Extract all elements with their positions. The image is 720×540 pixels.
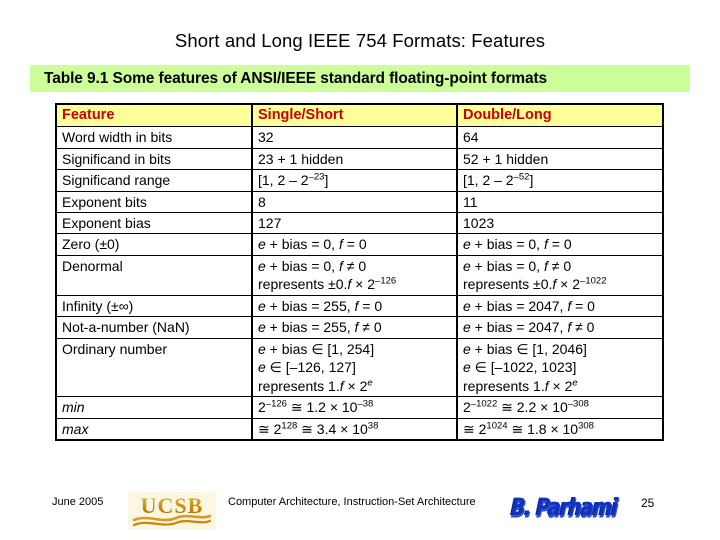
table-row: Significand in bits 23 + 1 hidden 52 + 1… — [55, 147, 664, 171]
parhami-logo-text: B. Parhami — [510, 493, 618, 522]
cell-feature: Exponent bias — [55, 211, 253, 235]
cell-single: 8 — [251, 190, 458, 214]
column-header-feature: Feature — [55, 103, 253, 128]
table-row: Zero (±0) e + bias = 0, f = 0 e + bias =… — [55, 233, 664, 256]
cell-feature: max — [55, 417, 253, 441]
cell-feature: min — [55, 396, 253, 419]
cell-single: 32 — [251, 126, 458, 149]
parhami-logo: B. Parhami — [510, 490, 617, 524]
page-number: 25 — [641, 496, 655, 510]
cell-single: 2–126 ≅ 1.2 × 10–38 — [251, 396, 458, 419]
features-table-container: Feature Single/Short Double/Long Word wi… — [55, 103, 664, 442]
cell-double: 64 — [456, 126, 664, 149]
ucsb-logo: UCSB — [128, 492, 216, 530]
page-title: Short and Long IEEE 754 Formats: Feature… — [174, 30, 546, 51]
table-row: Not-a-number (NaN) e + bias = 255, f ≠ 0… — [55, 316, 664, 339]
table-row: max ≅ 2128 ≅ 3.4 × 1038 ≅ 21024 ≅ 1.8 × … — [55, 417, 664, 441]
cell-single: e + bias ∈ [1, 254] e ∈ [–126, 127] repr… — [251, 337, 458, 398]
slide-footer: June 2005 UCSB Computer Architecture, In… — [0, 492, 720, 532]
cell-double: e + bias = 0, f = 0 — [456, 233, 664, 256]
cell-double: e + bias ∈ [1, 2046] e ∈ [–1022, 1023] r… — [456, 337, 664, 398]
cell-double: 52 + 1 hidden — [456, 147, 664, 171]
cell-double: 11 — [456, 190, 664, 214]
cell-feature: Word width in bits — [55, 126, 253, 149]
table-caption-banner: Table 9.1 Some features of ANSI/IEEE sta… — [30, 65, 690, 92]
cell-feature: Significand in bits — [55, 147, 253, 171]
cell-double: ≅ 21024 ≅ 1.8 × 10308 — [456, 417, 664, 441]
cell-single: ≅ 2128 ≅ 3.4 × 1038 — [251, 417, 458, 441]
cell-double: 2–1022 ≅ 2.2 × 10–308 — [456, 396, 664, 419]
table-caption-text: Table 9.1 Some features of ANSI/IEEE sta… — [44, 69, 548, 87]
table-row: Denormal e + bias = 0, f ≠ 0 represents … — [55, 254, 664, 296]
footer-course-title: Computer Architecture, Instruction-Set A… — [228, 496, 476, 508]
table-row: Infinity (±∞) e + bias = 255, f = 0 e + … — [55, 294, 664, 318]
footer-date: June 2005 — [52, 496, 104, 508]
cell-feature: Exponent bits — [55, 190, 253, 214]
cell-double: 1023 — [456, 211, 664, 235]
column-header-double-long: Double/Long — [456, 103, 664, 128]
cell-single: e + bias = 0, f = 0 — [251, 233, 458, 256]
cell-double: e + bias = 2047, f ≠ 0 — [456, 316, 664, 339]
cell-feature: Zero (±0) — [55, 233, 253, 256]
cell-feature: Denormal — [55, 254, 253, 296]
table-row: Exponent bias 127 1023 — [55, 211, 664, 235]
cell-double: [1, 2 – 2–52] — [456, 169, 664, 192]
cell-feature: Not-a-number (NaN) — [55, 316, 253, 339]
table-row: Word width in bits 32 64 — [55, 126, 664, 149]
cell-single: e + bias = 255, f ≠ 0 — [251, 316, 458, 339]
cell-feature: Infinity (±∞) — [55, 294, 253, 318]
column-header-single-short: Single/Short — [251, 103, 458, 128]
ucsb-wave-icon — [132, 514, 212, 527]
cell-single: 23 + 1 hidden — [251, 147, 458, 171]
cell-feature: Significand range — [55, 169, 253, 192]
table-row: Ordinary number e + bias ∈ [1, 254] e ∈ … — [55, 337, 664, 398]
cell-double: e + bias = 2047, f = 0 — [456, 294, 664, 318]
cell-single: e + bias = 255, f = 0 — [251, 294, 458, 318]
features-table: Feature Single/Short Double/Long Word wi… — [55, 103, 664, 442]
cell-single: e + bias = 0, f ≠ 0 represents ±0.f × 2–… — [251, 254, 458, 296]
table-header-row: Feature Single/Short Double/Long — [55, 103, 664, 128]
table-row: Exponent bits 8 11 — [55, 190, 664, 214]
table-row: min 2–126 ≅ 1.2 × 10–38 2–1022 ≅ 2.2 × 1… — [55, 396, 664, 419]
cell-single: 127 — [251, 211, 458, 235]
table-row: Significand range [1, 2 – 2–23] [1, 2 – … — [55, 169, 664, 192]
cell-single: [1, 2 – 2–23] — [251, 169, 458, 192]
cell-feature: Ordinary number — [55, 337, 253, 398]
cell-double: e + bias = 0, f ≠ 0 represents ±0.f × 2–… — [456, 254, 664, 296]
